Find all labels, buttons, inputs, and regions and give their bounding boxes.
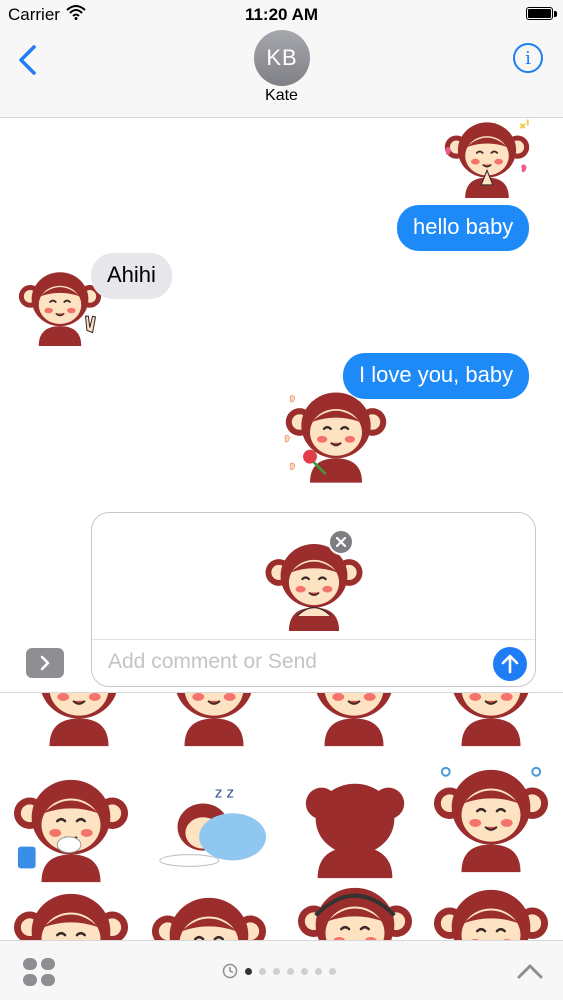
sticker-tray: z z <box>0 693 563 940</box>
battery-icon <box>526 7 553 20</box>
tray-sticker-brushing[interactable] <box>12 773 130 883</box>
tray-sticker[interactable] <box>155 693 273 747</box>
send-arrow-icon[interactable] <box>493 647 527 681</box>
app-drawer-icon[interactable] <box>22 957 56 987</box>
close-icon[interactable] <box>328 529 354 555</box>
tray-sticker-sleeping[interactable]: z z <box>150 775 268 885</box>
page-indicator[interactable] <box>222 961 336 981</box>
battery-tip <box>554 11 557 17</box>
compose-divider <box>92 639 535 640</box>
conversation-header: KB Kate i <box>0 30 563 118</box>
comment-input[interactable]: Add comment or Send <box>108 650 317 674</box>
info-icon[interactable]: i <box>513 43 543 73</box>
page-dot[interactable] <box>259 967 266 975</box>
chevron-up-icon[interactable] <box>515 959 545 983</box>
tray-sticker[interactable] <box>295 693 413 747</box>
recent-clock-icon[interactable] <box>222 963 238 979</box>
tray-sticker-dizzy[interactable] <box>432 763 550 873</box>
svg-text:z z: z z <box>215 786 234 802</box>
tray-sticker[interactable] <box>432 693 550 747</box>
contact-avatar[interactable]: KB <box>254 30 310 86</box>
contact-name[interactable]: Kate <box>0 87 563 105</box>
tray-sticker[interactable] <box>150 891 268 940</box>
expand-chevron-icon[interactable] <box>26 648 64 678</box>
status-bar: Carrier 11:20 AM <box>0 0 563 30</box>
sticker-monkey-praying[interactable] <box>436 118 538 198</box>
back-chevron-icon[interactable] <box>14 42 42 78</box>
page-dot[interactable] <box>329 967 336 975</box>
tray-sticker[interactable] <box>432 883 550 940</box>
tray-sticker[interactable] <box>12 887 130 940</box>
sticker-monkey-rose[interactable] <box>284 383 388 487</box>
app-drawer-bar <box>0 940 563 1000</box>
avatar-initials: KB <box>266 45 298 70</box>
tray-sticker[interactable] <box>20 693 138 747</box>
compose-box[interactable]: Add comment or Send <box>91 512 536 687</box>
tray-sticker-music[interactable] <box>296 881 414 940</box>
page-dot[interactable] <box>301 967 308 975</box>
status-time: 11:20 AM <box>244 5 319 24</box>
tray-sticker-back[interactable] <box>296 773 414 883</box>
message-bubble-outgoing[interactable]: hello baby <box>397 205 530 251</box>
page-dot[interactable] <box>273 967 280 975</box>
message-bubble-incoming[interactable]: Ahihi <box>91 253 172 299</box>
sticker-preview <box>264 542 364 631</box>
page-dot[interactable] <box>315 967 322 975</box>
page-dot[interactable] <box>287 967 294 975</box>
page-dot[interactable] <box>245 967 252 975</box>
